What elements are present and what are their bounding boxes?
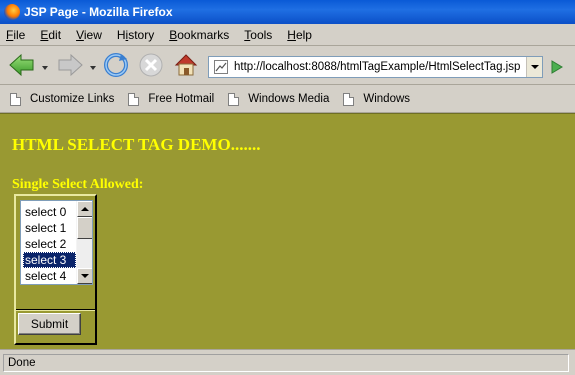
page-icon [343,92,355,106]
address-bar[interactable]: http://localhost:8088/htmlTagExample/Htm… [208,56,543,78]
bookmark-windows-media[interactable]: Windows Media [228,92,329,106]
scroll-thumb[interactable] [77,217,92,239]
page-heading: HTML SELECT TAG DEMO....... [12,135,261,154]
status-text: Done [8,356,36,369]
select-option[interactable]: select 1 [23,220,76,236]
page-icon [10,92,21,106]
arrow-down-icon [81,274,89,278]
chevron-down-icon [530,65,539,69]
status-bar: Done [0,349,575,375]
table-cell-divider [16,309,95,311]
page-icon [128,92,140,106]
go-icon[interactable] [549,59,565,78]
home-icon[interactable] [173,52,199,78]
menu-file[interactable]: File [6,28,25,42]
menu-tools[interactable]: Tools [244,28,272,42]
address-dropdown-button[interactable] [526,57,542,77]
bookmark-customize-links[interactable]: Customize Links [10,92,114,106]
menu-view[interactable]: View [76,28,102,42]
form-table: select 0 select 1 select 2 select 3 sele… [14,194,97,345]
select-label: Single Select Allowed: [12,177,144,192]
menu-bookmarks[interactable]: Bookmarks [169,28,229,42]
stop-icon[interactable] [138,52,164,78]
menu-edit[interactable]: Edit [40,28,61,42]
select-option[interactable]: select 0 [23,204,76,220]
reload-icon[interactable] [103,52,129,78]
select-option[interactable]: select 2 [23,236,76,252]
back-icon[interactable] [8,52,36,78]
page-content: HTML SELECT TAG DEMO....... Single Selec… [0,113,575,349]
address-url[interactable]: http://localhost:8088/htmlTagExample/Htm… [234,61,520,73]
menu-bar: File Edit View History Bookmarks Tools H… [0,24,575,46]
window-title: JSP Page - Mozilla Firefox [24,5,173,19]
status-panel [3,354,569,372]
page-icon [228,92,240,106]
back-history-dropdown-icon[interactable] [42,66,48,70]
scroll-up-button[interactable] [77,201,92,217]
menu-help[interactable]: Help [287,28,312,42]
bookmark-free-hotmail[interactable]: Free Hotmail [128,92,214,106]
forward-icon[interactable] [56,52,84,78]
single-select-listbox[interactable]: select 0 select 1 select 2 select 3 sele… [20,200,93,285]
firefox-logo-icon [4,4,20,20]
window-titlebar: JSP Page - Mozilla Firefox [0,0,575,24]
bookmark-windows[interactable]: Windows [343,92,410,106]
menu-history[interactable]: History [117,28,154,42]
select-option-selected[interactable]: select 3 [23,252,76,268]
scroll-down-button[interactable] [77,268,92,284]
submit-button[interactable]: Submit [18,313,81,335]
bookmarks-toolbar: Customize Links Free Hotmail Windows Med… [0,86,575,113]
listbox-scrollbar[interactable] [76,201,92,284]
page-favicon-icon [214,60,228,74]
forward-history-dropdown-icon[interactable] [90,66,96,70]
arrow-up-icon [81,207,89,211]
select-option[interactable]: select 4 [23,268,76,284]
